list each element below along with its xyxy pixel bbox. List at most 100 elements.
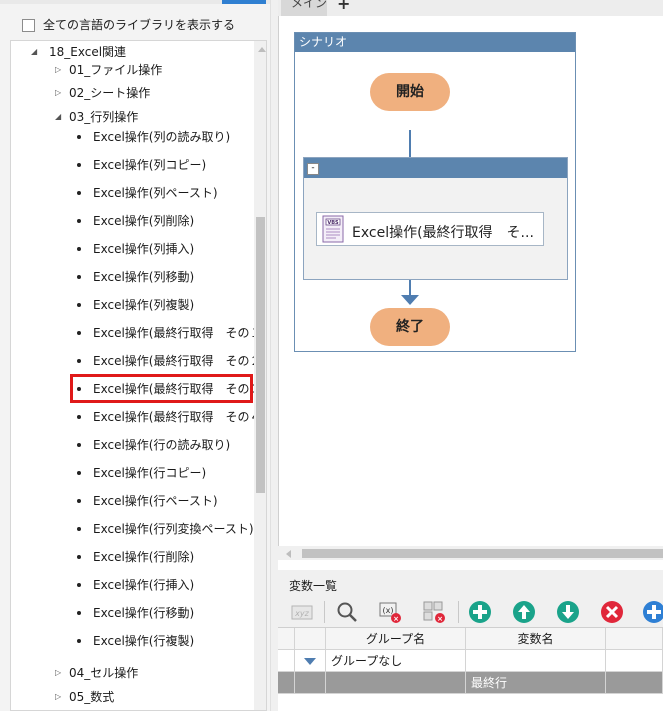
- move-down-icon[interactable]: [556, 600, 580, 624]
- variable-panel: 変数一覧 xyz (x) × × グループ名 変数名 グループなし 最終行: [278, 570, 663, 711]
- library-item-label: Excel操作(最終行取得 その２: [93, 354, 262, 368]
- scenario-container[interactable]: シナリオ 開始 - VBS Excel操作(最終行取得 そ... 終了: [294, 32, 576, 352]
- collapsed-triangle-icon[interactable]: ▷: [55, 83, 61, 103]
- library-item-label: Excel操作(列ペースト): [93, 186, 218, 200]
- library-item-label: Excel操作(行削除): [93, 550, 195, 564]
- show-all-languages-row[interactable]: 全ての言語のライブラリを表示する: [0, 4, 270, 38]
- svg-text:xyz: xyz: [294, 609, 309, 618]
- variable-grid: グループ名 変数名 グループなし 最終行: [278, 627, 663, 711]
- vbs-script-icon: VBS: [322, 215, 344, 243]
- end-node[interactable]: 終了: [370, 308, 450, 346]
- bullet-icon: [77, 499, 81, 503]
- tab-strip: [278, 0, 663, 16]
- canvas-scrollbar-thumb[interactable]: [302, 549, 663, 558]
- variable-name-cell[interactable]: 最終行: [466, 672, 606, 694]
- library-item-label: Excel操作(行挿入): [93, 578, 195, 592]
- svg-text:×: ×: [437, 615, 443, 623]
- move-up-icon[interactable]: [512, 600, 536, 624]
- svg-text:VBS: VBS: [327, 220, 339, 226]
- expanded-triangle-icon[interactable]: ◢: [55, 107, 61, 127]
- toolbar-separator: [324, 601, 325, 623]
- tree-node-label: 18_Excel関連: [49, 45, 127, 59]
- xyz-variable-icon[interactable]: xyz: [290, 600, 314, 624]
- selection-highlight-box: [70, 374, 253, 403]
- grid-corner: [278, 628, 295, 650]
- bullet-icon: [77, 415, 81, 419]
- show-all-languages-checkbox[interactable]: [22, 19, 35, 32]
- start-node[interactable]: 開始: [370, 73, 450, 111]
- tree-node-label: 02_シート操作: [69, 86, 151, 100]
- group-name-cell[interactable]: [326, 672, 466, 694]
- library-item-label: Excel操作(行複製): [93, 634, 195, 648]
- bullet-icon: [77, 471, 81, 475]
- library-item-label: Excel操作(行ペースト): [93, 494, 218, 508]
- svg-text:×: ×: [393, 615, 399, 623]
- library-item-label: Excel操作(行列変換ペースト): [93, 522, 254, 536]
- tab-main-label: メイン: [291, 0, 328, 10]
- library-item-label: Excel操作(行の読み取り): [93, 438, 231, 452]
- bullet-icon: [77, 583, 81, 587]
- tree-node-label: 03_行列操作: [69, 110, 139, 124]
- panel-splitter[interactable]: [270, 0, 278, 711]
- collapse-button[interactable]: -: [307, 163, 319, 175]
- bullet-icon: [77, 191, 81, 195]
- remove-icon[interactable]: [600, 600, 624, 624]
- bullet-icon: [77, 275, 81, 279]
- show-all-languages-label: 全ての言語のライブラリを表示する: [43, 18, 236, 32]
- add-tab-button[interactable]: +: [337, 0, 350, 13]
- tree-scrollbar-thumb[interactable]: [256, 217, 265, 493]
- bullet-icon: [77, 611, 81, 615]
- scenario-header: シナリオ: [295, 33, 575, 52]
- group-toggle[interactable]: [295, 650, 326, 672]
- grid-expand-column: [295, 628, 326, 650]
- activity-node[interactable]: VBS Excel操作(最終行取得 そ...: [316, 212, 544, 246]
- delete-group-icon[interactable]: ×: [422, 600, 446, 624]
- row-indicator: [278, 650, 295, 672]
- bullet-icon: [77, 219, 81, 223]
- library-item-label: Excel操作(行移動): [93, 606, 195, 620]
- collapsed-triangle-icon[interactable]: ▷: [55, 687, 61, 707]
- collapsed-triangle-icon[interactable]: ▷: [55, 60, 61, 80]
- library-item-label: Excel操作(列移動): [93, 270, 195, 284]
- svg-text:(x): (x): [383, 606, 394, 615]
- bullet-icon: [77, 331, 81, 335]
- canvas-horizontal-scrollbar[interactable]: [278, 546, 663, 560]
- row-spacer: [295, 672, 326, 694]
- bullet-icon: [77, 555, 81, 559]
- column-header-group[interactable]: グループ名: [326, 628, 466, 650]
- expanded-triangle-icon[interactable]: ◢: [31, 42, 37, 62]
- library-item-label: Excel操作(列の読み取り): [93, 130, 231, 144]
- variable-name-cell[interactable]: [466, 650, 606, 672]
- bullet-icon: [77, 639, 81, 643]
- bullet-icon: [77, 359, 81, 363]
- bullet-icon: [77, 135, 81, 139]
- scroll-up-arrow-icon[interactable]: [258, 47, 266, 52]
- library-item-label: Excel操作(最終行取得 その１: [93, 326, 262, 340]
- delete-unused-variable-icon[interactable]: (x) ×: [378, 600, 402, 624]
- library-item-label: Excel操作(列削除): [93, 214, 195, 228]
- sequence-container[interactable]: - VBS Excel操作(最終行取得 そ...: [303, 157, 568, 280]
- tree-node-label: 05_数式: [69, 690, 115, 704]
- bullet-icon: [77, 303, 81, 307]
- column-header-variable[interactable]: 変数名: [466, 628, 606, 650]
- extra-cell[interactable]: [606, 650, 663, 672]
- search-icon[interactable]: [335, 600, 359, 624]
- add-icon[interactable]: [468, 600, 492, 624]
- extra-cell[interactable]: [606, 672, 663, 694]
- scroll-left-arrow-icon[interactable]: [286, 550, 291, 558]
- tab-main[interactable]: メイン: [281, 0, 327, 16]
- group-name-cell[interactable]: グループなし: [326, 650, 466, 672]
- collapsed-triangle-icon[interactable]: ▷: [55, 663, 61, 683]
- connector-arrow-icon: [401, 295, 419, 305]
- workflow-canvas[interactable]: シナリオ 開始 - VBS Excel操作(最終行取得 そ... 終了: [278, 16, 663, 546]
- column-header-extra[interactable]: [606, 628, 663, 650]
- library-item-label: Excel操作(列コピー): [93, 158, 207, 172]
- library-panel: 全ての言語のライブラリを表示する ◢ 18_Excel関連 ▷ 01_ファイル操…: [0, 0, 270, 711]
- tree-node-label: 01_ファイル操作: [69, 63, 163, 77]
- bullet-icon: [77, 247, 81, 251]
- expand-triangle-icon[interactable]: [304, 658, 316, 665]
- add-more-icon[interactable]: [642, 600, 663, 624]
- bullet-icon: [77, 163, 81, 167]
- row-indicator: [278, 672, 295, 694]
- sequence-header: [304, 158, 567, 178]
